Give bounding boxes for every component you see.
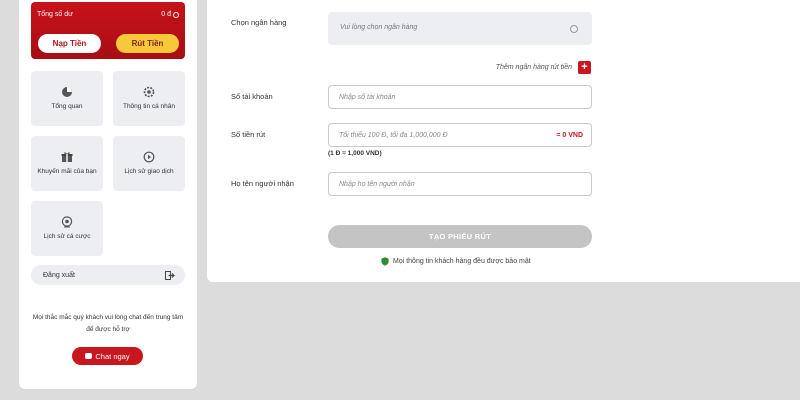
bank-placeholder: Vui lòng chọn ngân hàng	[340, 24, 418, 31]
logout-label: Đăng xuất	[43, 271, 75, 279]
amount-conversion: = 0 VND	[556, 132, 583, 139]
pie-chart-icon	[62, 87, 72, 97]
bank-select[interactable]: Vui lòng chọn ngân hàng	[328, 12, 592, 45]
security-note: Mọi thông tin khách hàng đều được bảo mậ…	[381, 257, 531, 266]
amount-placeholder: Tối thiểu 100 Đ, tối đa 1,000,000 Đ	[339, 132, 448, 139]
account-placeholder: Nhập số tài khoản	[339, 94, 396, 101]
tile-transaction-history[interactable]: Lịch sử giao dịch	[113, 136, 185, 191]
add-bank-label: Thêm ngân hàng rút tiền	[495, 64, 572, 71]
withdraw-button[interactable]: Rút Tiền	[116, 34, 179, 53]
chat-icon	[85, 353, 93, 359]
tile-label: Lịch sử cá cược	[43, 233, 91, 240]
tile-label: Thông tin cá nhân	[122, 103, 176, 110]
balance-amount: 0 đ	[161, 11, 171, 18]
user-gear-icon	[143, 86, 155, 98]
tile-label: Khuyến mãi của bạn	[37, 168, 97, 175]
account-label: Số tài khoản	[231, 92, 273, 101]
chat-label: Chat ngay	[95, 351, 130, 361]
logout-icon	[165, 270, 175, 280]
amount-label: Số tiền rút	[231, 130, 266, 139]
tile-profile[interactable]: Thông tin cá nhân	[113, 71, 185, 126]
amount-input[interactable]: Tối thiểu 100 Đ, tối đa 1,000,000 Đ = 0 …	[328, 123, 592, 147]
bet-history-icon	[61, 216, 73, 228]
balance-card: Tổng số dư 0 đ Nạp Tiền Rút Tiền	[31, 2, 185, 59]
balance-label: Tổng số dư	[37, 11, 73, 18]
add-bank-link[interactable]: Thêm ngân hàng rút tiền +	[496, 61, 591, 74]
chevron-down-icon	[570, 25, 578, 33]
recipient-name-placeholder: Nhập họ tên người nhận	[339, 181, 415, 188]
transaction-history-icon	[143, 151, 155, 163]
bank-label: Chọn ngân hàng	[231, 18, 287, 27]
gift-icon	[61, 152, 73, 162]
tile-promotions[interactable]: Khuyến mãi của bạn	[31, 136, 103, 191]
account-number-input[interactable]: Nhập số tài khoản	[328, 85, 592, 109]
recipient-name-label: Họ tên người nhận	[231, 179, 294, 188]
withdraw-form-panel: Chọn ngân hàng Vui lòng chọn ngân hàng T…	[207, 0, 800, 282]
eye-icon[interactable]	[173, 11, 179, 18]
logout-button[interactable]: Đăng xuất	[31, 265, 185, 285]
sidebar: Tổng số dư 0 đ Nạp Tiền Rút Tiền Tổng qu…	[19, 0, 197, 389]
tile-overview[interactable]: Tổng quan	[31, 71, 103, 126]
shield-icon	[381, 257, 389, 266]
balance-value: 0 đ	[161, 11, 179, 18]
amount-note: (1 Đ = 1,000 VND)	[328, 150, 382, 157]
create-withdraw-button[interactable]: TẠO PHIẾU RÚT	[328, 225, 592, 248]
tile-bet-history[interactable]: Lịch sử cá cược	[31, 201, 103, 256]
security-text: Mọi thông tin khách hàng đều được bảo mậ…	[393, 258, 531, 265]
chat-button[interactable]: Chat ngay	[72, 347, 143, 365]
recipient-name-input[interactable]: Nhập họ tên người nhận	[328, 172, 592, 196]
deposit-button[interactable]: Nạp Tiền	[38, 34, 101, 53]
tile-label: Lịch sử giao dịch	[124, 168, 174, 175]
help-text: Mọi thắc mắc quý khách vui lòng chat đến…	[32, 314, 184, 333]
tile-label: Tổng quan	[51, 103, 83, 110]
plus-icon[interactable]: +	[578, 61, 591, 74]
